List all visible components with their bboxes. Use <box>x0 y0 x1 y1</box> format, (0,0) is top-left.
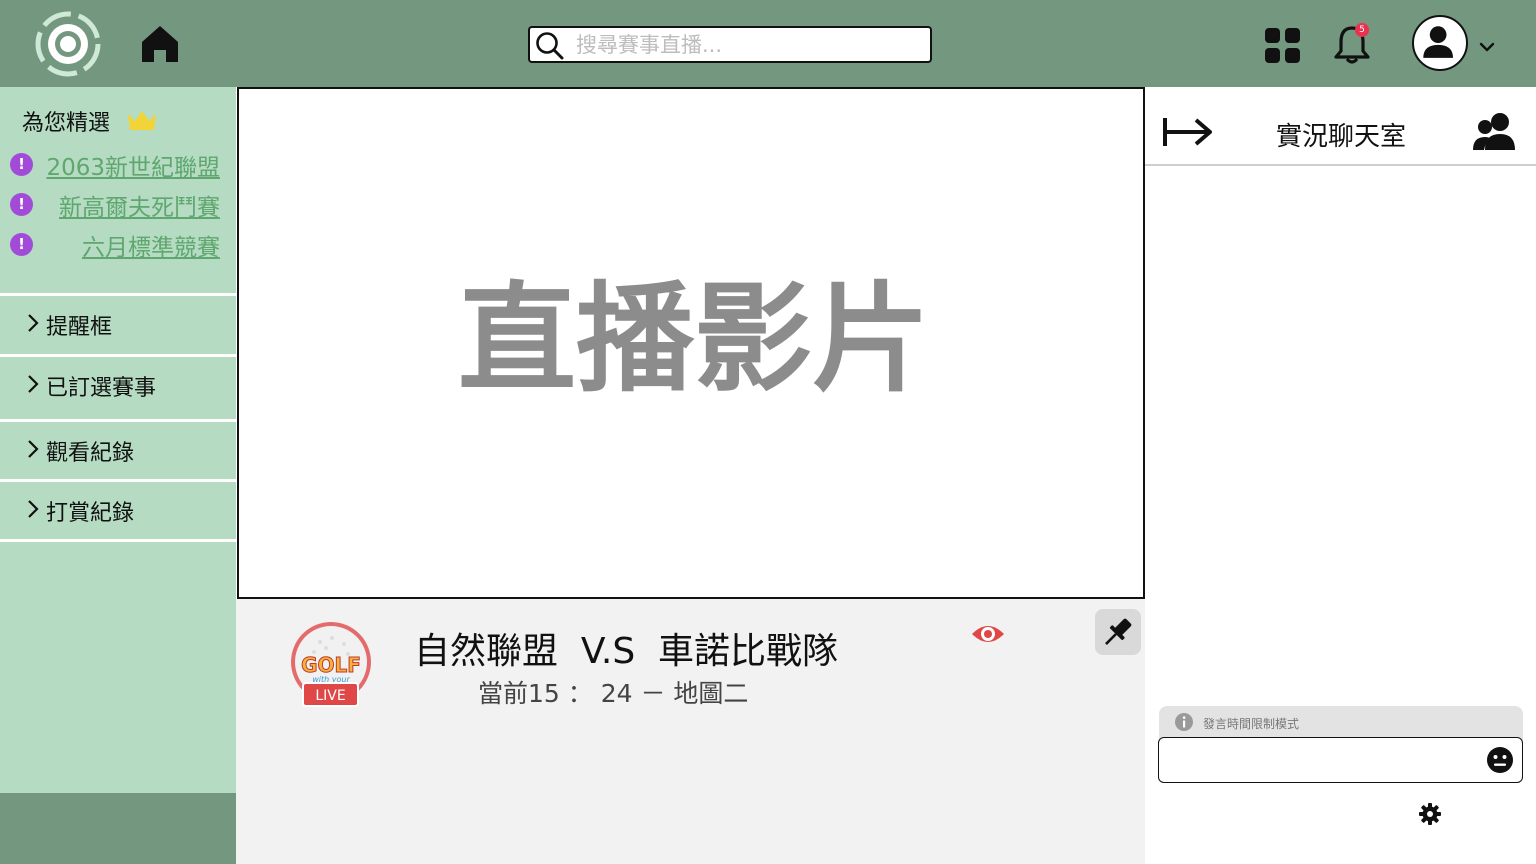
apps-grid-icon[interactable] <box>1264 27 1301 64</box>
logo-icon[interactable] <box>30 7 106 81</box>
chat-title: 實況聊天室 <box>1276 122 1407 152</box>
user-icon <box>1423 26 1453 58</box>
pin-icon <box>1105 618 1132 645</box>
chevron-right-icon <box>28 440 39 458</box>
notification-count-badge: 5 <box>1355 23 1369 37</box>
sidebar-item-label: 提醒框 <box>46 315 113 340</box>
search-box[interactable] <box>528 26 932 63</box>
featured-item[interactable]: ! 新高爾夫死鬥賽 <box>10 187 224 221</box>
settings-gear-icon[interactable] <box>1419 803 1441 825</box>
chat-input-box[interactable] <box>1158 737 1523 783</box>
pin-button[interactable] <box>1095 609 1141 655</box>
divider <box>0 539 236 542</box>
alert-icon: ! <box>10 153 33 176</box>
sidebar-item-label: 已訂選賽事 <box>46 376 157 401</box>
featured-title: 為您精選 <box>22 111 111 136</box>
chat-mode-notice: 發言時間限制模式 <box>1159 706 1523 740</box>
alert-icon: ! <box>10 193 33 216</box>
featured-item[interactable]: ! 六月標準競賽 <box>10 227 224 261</box>
team-logo[interactable]: GOLF with your FRIENDS LIVE <box>288 620 374 708</box>
sidebar-item-label: 觀看紀錄 <box>46 441 135 466</box>
chat-mode-label: 發言時間限制模式 <box>1203 717 1300 731</box>
emoji-icon[interactable] <box>1486 746 1514 774</box>
svg-text:GOLF: GOLF <box>301 653 361 677</box>
chevron-right-icon <box>28 375 39 393</box>
match-subtitle: 當前15 ： 24 － 地圖二 <box>478 679 749 708</box>
sidebar-item-label: 打賞紀錄 <box>46 501 135 526</box>
alert-icon: ! <box>10 233 33 256</box>
video-player[interactable]: 直播影片 <box>237 87 1145 599</box>
search-input[interactable] <box>576 30 916 59</box>
match-title: 自然聯盟 V.S 車諾比戰隊 <box>414 631 839 672</box>
chat-message-input[interactable] <box>1169 746 1479 774</box>
chevron-right-icon <box>28 314 39 332</box>
info-icon <box>1175 713 1193 731</box>
sidebar-item-donations[interactable]: 打賞紀錄 <box>0 479 236 534</box>
sidebar-item-subscribed[interactable]: 已訂選賽事 <box>0 354 236 409</box>
featured-link[interactable]: 新高爾夫死鬥賽 <box>59 188 220 222</box>
home-icon[interactable] <box>138 22 182 66</box>
collapse-chat-icon[interactable] <box>1162 114 1216 150</box>
search-icon <box>536 32 564 60</box>
sidebar-footer <box>0 793 236 864</box>
eye-icon[interactable] <box>970 620 1006 648</box>
users-icon[interactable] <box>1472 110 1518 154</box>
sidebar-item-reminder[interactable]: 提醒框 <box>0 293 236 348</box>
featured-item[interactable]: ! 2063新世紀聯盟 <box>10 147 224 181</box>
live-badge: LIVE <box>315 688 345 704</box>
video-placeholder-label: 直播影片 <box>457 270 930 408</box>
chevron-right-icon <box>28 500 39 518</box>
featured-link[interactable]: 2063新世紀聯盟 <box>46 148 220 182</box>
crown-icon <box>128 111 156 130</box>
sidebar-item-history[interactable]: 觀看紀錄 <box>0 419 236 474</box>
user-avatar[interactable] <box>1412 15 1468 71</box>
chevron-down-icon[interactable] <box>1478 38 1496 56</box>
featured-link[interactable]: 六月標準競賽 <box>82 228 220 262</box>
